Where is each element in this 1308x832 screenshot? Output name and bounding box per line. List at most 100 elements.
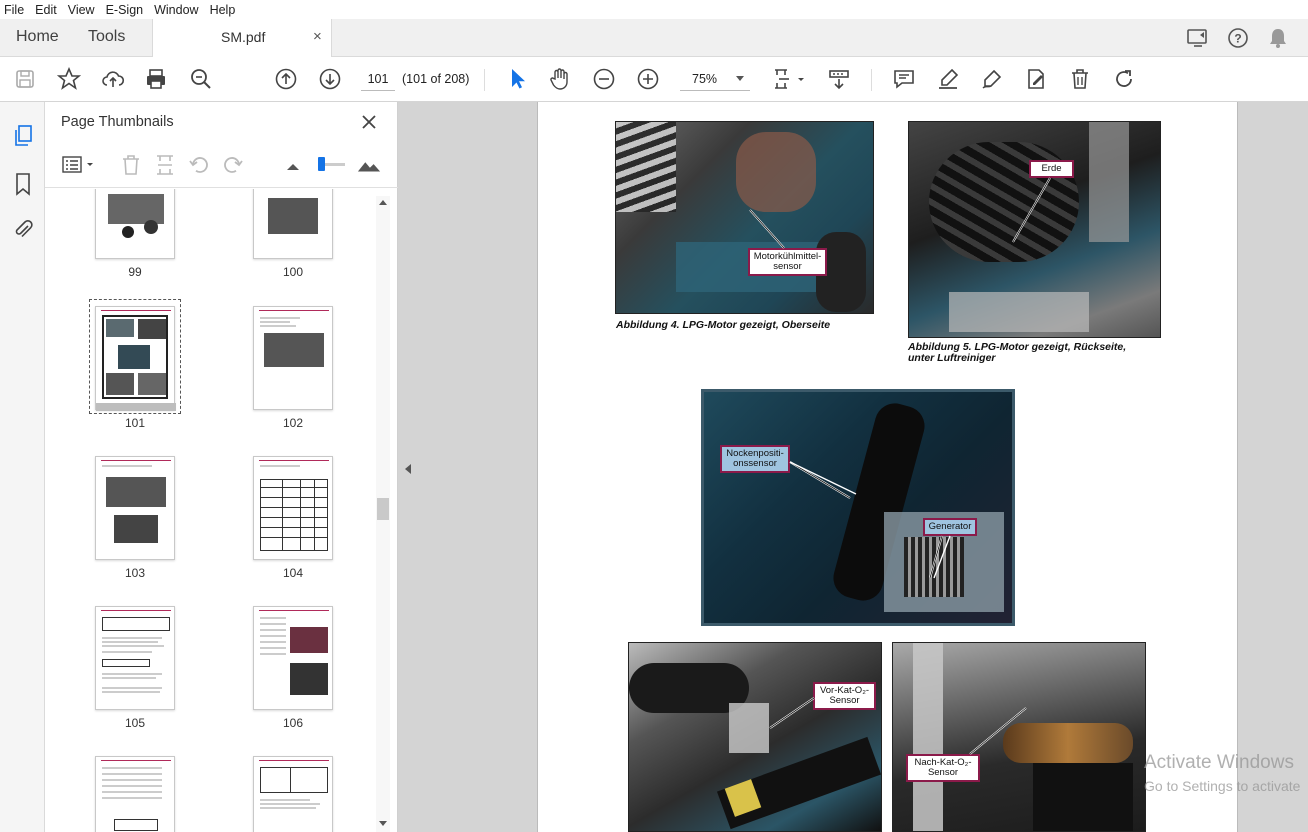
highlight-pen-icon[interactable] bbox=[936, 67, 960, 91]
hand-tool-icon[interactable] bbox=[548, 67, 572, 91]
callout-generator: Generator bbox=[923, 518, 977, 536]
scrollbar-thumb[interactable] bbox=[377, 498, 389, 520]
menu-file[interactable]: File bbox=[4, 3, 24, 17]
thumbnail-page-108[interactable] bbox=[253, 756, 333, 832]
thumbnail-toolbar bbox=[45, 142, 398, 188]
comment-icon[interactable] bbox=[892, 67, 916, 91]
navigation-rail bbox=[0, 102, 45, 832]
thumbnail-label: 100 bbox=[282, 265, 304, 279]
thumbnail-label: 104 bbox=[282, 566, 304, 580]
thumbnail-size-slider[interactable] bbox=[315, 153, 347, 177]
delete-trash-icon[interactable] bbox=[1068, 67, 1092, 91]
figure-4-caption: Abbildung 4. LPG-Motor gezeigt, Oberseit… bbox=[616, 319, 831, 331]
scroll-down-icon[interactable] bbox=[379, 821, 387, 826]
callout-nach-kat-o2-sensor: Nach-Kat-O₂- Sensor bbox=[906, 754, 980, 782]
thumbnail-page-103[interactable] bbox=[95, 456, 175, 560]
thumbnail-label: 103 bbox=[124, 566, 146, 580]
thumbnail-options-icon[interactable] bbox=[61, 153, 97, 177]
callout-nockenpositionssensor: Nockenpositi-onssensor bbox=[720, 445, 790, 473]
menu-view[interactable]: View bbox=[68, 3, 95, 17]
thumbnail-label: 106 bbox=[282, 716, 304, 730]
zoom-in-icon[interactable] bbox=[636, 67, 660, 91]
menu-edit[interactable]: Edit bbox=[35, 3, 57, 17]
document-viewport[interactable]: Motorkühlmittel-sensor Abbildung 4. LPG-… bbox=[398, 102, 1308, 832]
figure-5-photo bbox=[908, 121, 1161, 338]
page-fit-icon[interactable] bbox=[772, 67, 806, 91]
notification-bell-icon[interactable] bbox=[1266, 26, 1290, 50]
page-count-label: (101 of 208) bbox=[402, 72, 470, 86]
zoom-search-icon[interactable] bbox=[189, 67, 213, 91]
svg-text:?: ? bbox=[1234, 32, 1241, 46]
thumbnail-page-104[interactable] bbox=[253, 456, 333, 560]
callout-vor-kat-o2-sensor: Vor-Kat-O₂- Sensor bbox=[813, 682, 876, 710]
menu-help[interactable]: Help bbox=[210, 3, 236, 17]
toolbar-divider bbox=[484, 69, 485, 91]
activate-windows-subtext: Go to Settings to activate bbox=[1144, 778, 1301, 794]
share-screen-icon[interactable] bbox=[1186, 26, 1210, 50]
chevron-down-icon bbox=[736, 76, 744, 81]
tab-tools[interactable]: Tools bbox=[88, 28, 125, 46]
zoom-level-dropdown[interactable]: 75% bbox=[680, 67, 750, 91]
large-mountain-icon[interactable] bbox=[357, 153, 381, 177]
select-cursor-icon[interactable] bbox=[505, 67, 529, 91]
thumbnail-page-100[interactable] bbox=[253, 189, 333, 259]
bookmark-icon[interactable] bbox=[11, 172, 35, 196]
panel-title: Page Thumbnails bbox=[61, 114, 174, 130]
menu-bar: File Edit View E-Sign Window Help bbox=[0, 0, 1308, 19]
rotate-left-icon[interactable] bbox=[187, 153, 211, 177]
upload-cloud-icon[interactable] bbox=[101, 67, 125, 91]
collapse-panel-icon[interactable] bbox=[405, 464, 411, 474]
thumbnail-label: 99 bbox=[128, 265, 142, 279]
figure-4-photo bbox=[615, 121, 874, 314]
figure-5-caption: Abbildung 5. LPG-Motor gezeigt, Rückseit… bbox=[908, 341, 1127, 364]
extract-pages-icon[interactable] bbox=[153, 153, 177, 177]
thumbnail-page-105[interactable] bbox=[95, 606, 175, 710]
menu-esign[interactable]: E-Sign bbox=[106, 3, 144, 17]
page-number-input[interactable]: 101 bbox=[361, 67, 395, 91]
rotate-right-icon[interactable] bbox=[221, 153, 245, 177]
callout-motorkuehlmittelsensor: Motorkühlmittel-sensor bbox=[748, 248, 827, 276]
next-page-icon[interactable] bbox=[318, 67, 342, 91]
thumbnail-panel: Page Thumbnails 99 100 101 102 103 104 1… bbox=[45, 102, 398, 832]
thumbnail-label: 101 bbox=[124, 416, 146, 430]
tab-document-label: SM.pdf bbox=[221, 29, 266, 45]
tab-document[interactable]: SM.pdf × bbox=[152, 19, 332, 57]
thumbnail-page-102[interactable] bbox=[253, 306, 333, 410]
attachment-paperclip-icon[interactable] bbox=[11, 217, 35, 241]
tab-home[interactable]: Home bbox=[16, 28, 59, 46]
close-panel-icon[interactable] bbox=[359, 112, 379, 132]
menu-window[interactable]: Window bbox=[154, 3, 198, 17]
save-icon[interactable] bbox=[13, 67, 37, 91]
pdf-page: Motorkühlmittel-sensor Abbildung 4. LPG-… bbox=[537, 102, 1238, 832]
redo-rotate-icon[interactable] bbox=[1112, 67, 1136, 91]
activate-windows-watermark: Activate Windows bbox=[1144, 752, 1294, 773]
page-thumbnails-icon[interactable] bbox=[11, 124, 35, 148]
figure-7-photo bbox=[628, 642, 882, 832]
thumbnail-page-101[interactable] bbox=[95, 306, 176, 411]
figure-6-photo bbox=[701, 389, 1015, 626]
delete-pages-icon[interactable] bbox=[119, 153, 143, 177]
main-toolbar: 101 (101 of 208) 75% bbox=[0, 57, 1308, 102]
tab-bar: Home Tools SM.pdf × ? bbox=[0, 19, 1308, 57]
edit-document-icon[interactable] bbox=[1024, 67, 1048, 91]
toolbar-divider bbox=[871, 69, 872, 91]
help-icon[interactable]: ? bbox=[1226, 26, 1250, 50]
star-icon[interactable] bbox=[57, 67, 81, 91]
previous-page-icon[interactable] bbox=[274, 67, 298, 91]
figure-8-photo bbox=[892, 642, 1146, 832]
thumbnail-page-107[interactable] bbox=[95, 756, 175, 832]
scroll-up-icon[interactable] bbox=[379, 200, 387, 205]
callout-erde: Erde bbox=[1029, 160, 1074, 178]
thumbnail-page-99[interactable] bbox=[95, 189, 175, 259]
zoom-out-icon[interactable] bbox=[592, 67, 616, 91]
thumbnail-label: 102 bbox=[282, 416, 304, 430]
thumbnail-label: 105 bbox=[124, 716, 146, 730]
print-icon[interactable] bbox=[144, 67, 168, 91]
thumbnail-page-106[interactable] bbox=[253, 606, 333, 710]
thumbnail-scrollbar[interactable] bbox=[376, 196, 390, 832]
small-mountain-icon[interactable] bbox=[281, 153, 305, 177]
tab-close-icon[interactable]: × bbox=[313, 28, 322, 45]
scroll-mode-icon[interactable] bbox=[827, 67, 851, 91]
thumbnail-list: 99 100 101 102 103 104 105 106 bbox=[45, 189, 375, 832]
sign-pen-icon[interactable] bbox=[980, 67, 1004, 91]
